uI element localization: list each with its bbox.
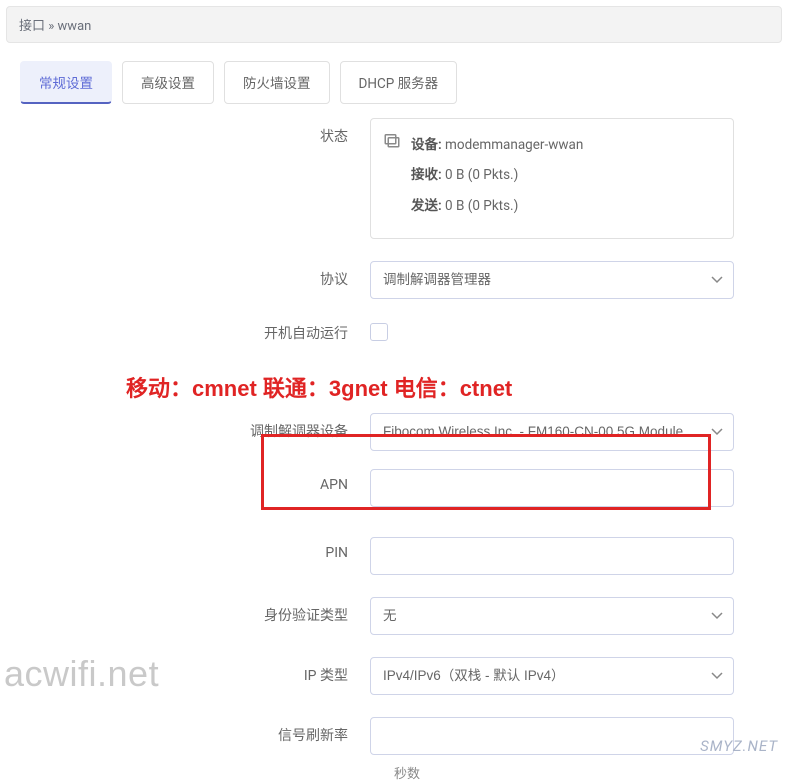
- label-autostart: 开机自动运行: [26, 321, 370, 343]
- status-device-label: 设备:: [411, 137, 442, 153]
- label-ip-type: IP 类型: [26, 657, 370, 685]
- select-auth-type[interactable]: 无: [370, 597, 734, 635]
- row-ip-type: IP 类型 IPv4/IPv6（双栈 - 默认 IPv4）: [26, 657, 762, 695]
- label-status: 状态: [26, 118, 370, 146]
- status-box: 设备: modemmanager-wwan 接收: 0 B (0 Pkts.) …: [370, 118, 734, 239]
- status-rx-value: 0 B (0 Pkts.): [445, 167, 518, 183]
- tab-advanced[interactable]: 高级设置: [122, 61, 214, 104]
- tabs-container: 常规设置 高级设置 防火墙设置 DHCP 服务器: [0, 61, 788, 104]
- input-apn[interactable]: [370, 469, 734, 507]
- row-pin: PIN: [26, 537, 762, 575]
- select-protocol[interactable]: 调制解调器管理器: [370, 261, 734, 299]
- label-auth-type: 身份验证类型: [26, 597, 370, 625]
- status-device-value: modemmanager-wwan: [445, 137, 583, 153]
- input-signal-rate[interactable]: [370, 717, 734, 755]
- status-tx-label: 发送:: [411, 198, 442, 214]
- label-apn: APN: [26, 469, 370, 493]
- device-icon: [383, 131, 401, 149]
- label-pin: PIN: [26, 537, 370, 561]
- row-apn: APN: [26, 469, 762, 507]
- tab-firewall[interactable]: 防火墙设置: [224, 61, 330, 104]
- input-pin[interactable]: [370, 537, 734, 575]
- help-signal-rate: 秒数: [26, 763, 762, 782]
- row-protocol: 协议 调制解调器管理器: [26, 261, 762, 299]
- label-protocol: 协议: [26, 261, 370, 289]
- select-ip-type[interactable]: IPv4/IPv6（双栈 - 默认 IPv4）: [370, 657, 734, 695]
- annotation-text: 移动：cmnet 联通：3gnet 电信：ctnet: [26, 367, 762, 413]
- row-signal-rate: 信号刷新率: [26, 717, 762, 755]
- row-autostart: 开机自动运行: [26, 321, 762, 345]
- status-tx-value: 0 B (0 Pkts.): [445, 198, 518, 214]
- breadcrumb: 接口 » wwan: [6, 6, 782, 43]
- label-modem-device: 调制解调器设备: [26, 413, 370, 441]
- tab-dhcp[interactable]: DHCP 服务器: [340, 61, 458, 104]
- tab-general[interactable]: 常规设置: [20, 61, 112, 104]
- checkbox-autostart[interactable]: [370, 323, 388, 341]
- status-rx-label: 接收:: [411, 167, 442, 183]
- label-signal-rate: 信号刷新率: [26, 717, 370, 745]
- form-area: 状态 设备: modemmanager-wwan 接收: 0 B (0 Pkts…: [0, 118, 788, 782]
- row-modem-device: 调制解调器设备 Fibocom Wireless Inc. - FM160-CN…: [26, 413, 762, 451]
- row-auth-type: 身份验证类型 无: [26, 597, 762, 635]
- row-status: 状态 设备: modemmanager-wwan 接收: 0 B (0 Pkts…: [26, 118, 762, 239]
- select-modem-device[interactable]: Fibocom Wireless Inc. - FM160-CN-00 5G M…: [370, 413, 734, 451]
